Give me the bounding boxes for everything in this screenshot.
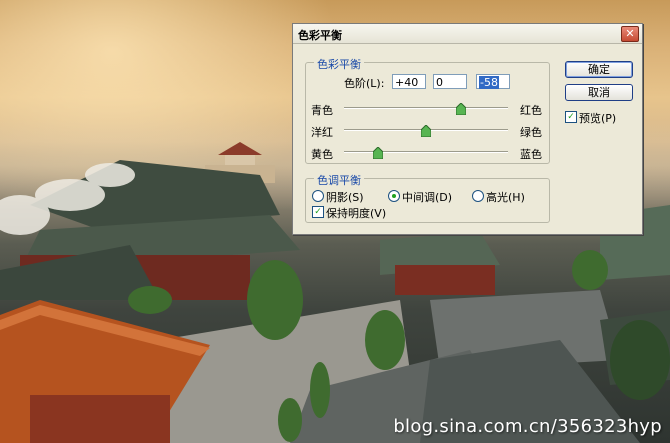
close-icon: ✕	[625, 27, 635, 40]
preview-checkbox[interactable]: ✓	[565, 111, 577, 123]
cyan-red-slider-track[interactable]	[344, 107, 508, 109]
preserve-luminosity-checkbox[interactable]: ✓	[312, 206, 324, 218]
preview-label[interactable]: 预览(P)	[579, 110, 616, 126]
watermark-text: blog.sina.com.cn/356323hyp	[393, 416, 662, 437]
tone-balance-group: 色调平衡 阴影(S) 中间调(D) 高光(H) ✓ 保持明度(V)	[305, 172, 550, 223]
highlights-radio[interactable]	[472, 190, 484, 202]
close-button[interactable]: ✕	[621, 26, 639, 42]
midtones-label[interactable]: 中间调(D)	[402, 189, 452, 205]
dialog-title: 色彩平衡	[298, 29, 342, 42]
title-bar[interactable]: 色彩平衡 ✕	[293, 24, 642, 44]
cancel-button[interactable]: 取消	[565, 84, 633, 101]
slider-magenta-label: 洋红	[311, 126, 333, 139]
level-magenta-green-input[interactable]: 0	[433, 74, 467, 89]
cyan-red-slider-thumb[interactable]	[456, 103, 466, 115]
level-yellow-blue-input[interactable]: -58	[476, 74, 510, 89]
slider-red-label: 红色	[520, 104, 542, 117]
slider-cyan-label: 青色	[311, 104, 333, 117]
slider-green-label: 绿色	[520, 126, 542, 139]
midtones-radio[interactable]	[388, 190, 400, 202]
color-balance-dialog: 色彩平衡 ✕ 色彩平衡 色阶(L): +40 0 -58 青色 红色 洋红 绿色…	[292, 23, 643, 235]
highlights-label[interactable]: 高光(H)	[486, 189, 525, 205]
color-balance-group: 色彩平衡 色阶(L): +40 0 -58 青色 红色 洋红 绿色 黄色 蓝色	[305, 56, 550, 164]
magenta-green-slider-thumb[interactable]	[421, 125, 431, 137]
tone-balance-legend: 色调平衡	[314, 172, 364, 188]
yellow-blue-slider-thumb[interactable]	[373, 147, 383, 159]
ok-button[interactable]: 确定	[565, 61, 633, 78]
shadows-label[interactable]: 阴影(S)	[326, 189, 364, 205]
yellow-blue-slider-track[interactable]	[344, 151, 508, 153]
shadows-radio[interactable]	[312, 190, 324, 202]
levels-label: 色阶(L):	[344, 77, 385, 90]
color-balance-legend: 色彩平衡	[314, 56, 364, 72]
preserve-luminosity-label[interactable]: 保持明度(V)	[326, 205, 386, 221]
level-cyan-red-input[interactable]: +40	[392, 74, 426, 89]
slider-blue-label: 蓝色	[520, 148, 542, 161]
slider-yellow-label: 黄色	[311, 148, 333, 161]
